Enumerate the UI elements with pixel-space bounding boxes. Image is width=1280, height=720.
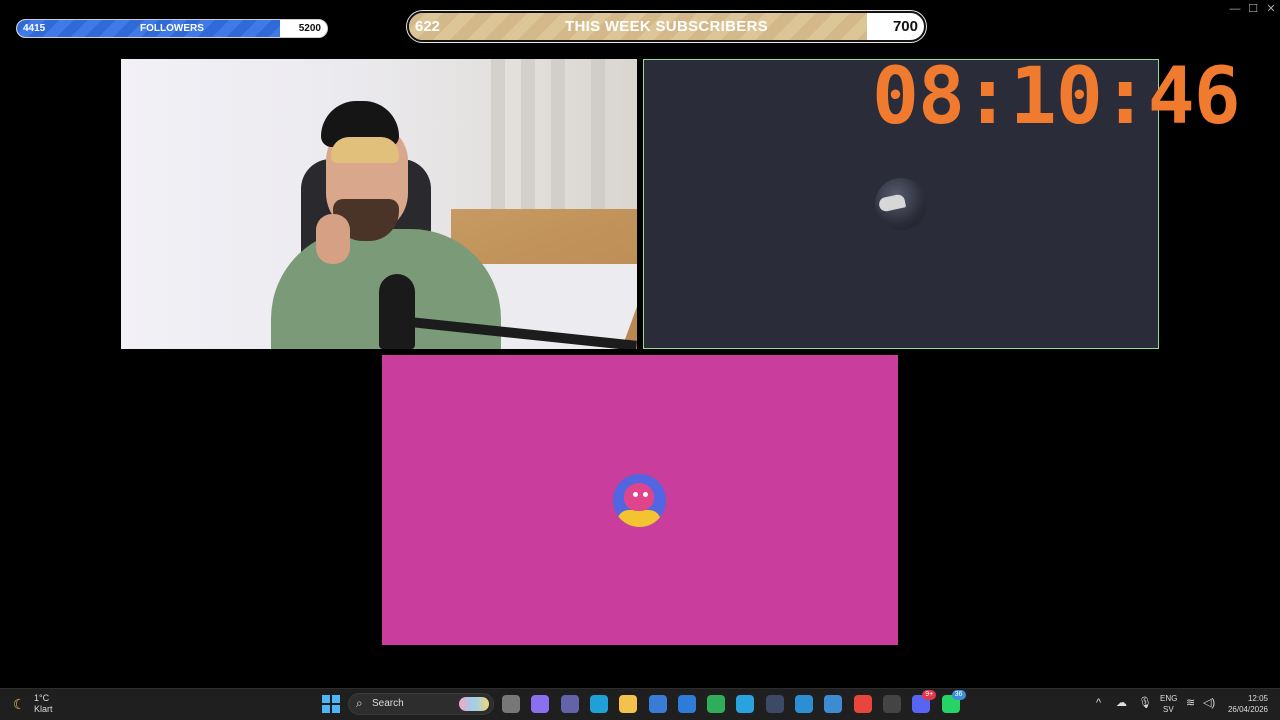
- webcam-feed: [121, 59, 637, 349]
- remote-desktop-icon[interactable]: [824, 695, 843, 713]
- weather-temperature[interactable]: 1°C: [34, 693, 49, 703]
- subscribers-label: THIS WEEK SUBSCRIBERS: [565, 18, 768, 35]
- wifi-icon[interactable]: ≋: [1186, 696, 1195, 709]
- windows-logo-tile: [322, 695, 330, 703]
- photos-icon[interactable]: [795, 695, 813, 713]
- close-button[interactable]: ✕: [1262, 2, 1280, 16]
- stream-timer: 08:10:46: [872, 52, 1241, 142]
- weather-condition[interactable]: Klart: [34, 704, 53, 714]
- input-language-primary[interactable]: ENG: [1160, 694, 1177, 703]
- streamer-hand: [316, 214, 350, 264]
- copilot-icon[interactable]: [531, 695, 550, 713]
- volume-icon[interactable]: ◁): [1203, 696, 1215, 709]
- notification-badge: 9+: [922, 690, 937, 700]
- onedrive-icon[interactable]: ☁: [1116, 696, 1127, 709]
- guest-avatar: [613, 474, 666, 527]
- chrome-icon[interactable]: [853, 695, 872, 713]
- microphone: [379, 274, 415, 349]
- moon-icon[interactable]: ☾: [13, 696, 29, 712]
- discord-icon[interactable]: 9+: [912, 690, 937, 713]
- taskbar-clock-date[interactable]: 26/04/2026: [1222, 705, 1268, 714]
- maximize-button[interactable]: ☐: [1244, 2, 1262, 16]
- taskbar: [0, 688, 1280, 720]
- start-button[interactable]: [322, 695, 340, 713]
- search-icon: ⌕: [356, 696, 363, 710]
- windows-logo-tile: [332, 695, 340, 703]
- whatsapp-icon[interactable]: 36: [941, 690, 966, 713]
- folder-icon[interactable]: [619, 695, 638, 713]
- taskbar-search-box[interactable]: ⌕ Search: [348, 693, 494, 715]
- avatar-face: [624, 483, 654, 511]
- terminal-icon[interactable]: [765, 695, 784, 713]
- windows-logo-tile: [322, 705, 330, 713]
- streamer-hair: [331, 137, 399, 163]
- notification-badge: 36: [951, 690, 966, 700]
- search-highlight-art: [459, 697, 489, 711]
- edge-icon[interactable]: [589, 695, 608, 713]
- mail-icon[interactable]: [677, 695, 696, 713]
- subscribers-goal-bar: 622 THIS WEEK SUBSCRIBERS 700: [407, 11, 926, 42]
- vpn-icon[interactable]: [707, 695, 726, 713]
- windows-logo-tile: [332, 705, 340, 713]
- teams-icon[interactable]: [560, 695, 579, 713]
- microsoft365-icon[interactable]: [736, 695, 755, 713]
- avatar-shirt: [617, 510, 661, 527]
- file-explorer-icon[interactable]: [502, 695, 520, 713]
- avatar-eye: [633, 492, 638, 497]
- subscribers-goal: 700: [892, 18, 918, 35]
- followers-goal: 5200: [298, 23, 321, 34]
- minimize-button[interactable]: —: [1226, 2, 1244, 16]
- store-icon[interactable]: [648, 695, 667, 713]
- tray-overflow-chevron-icon[interactable]: ^: [1096, 697, 1101, 709]
- microphone-icon[interactable]: 🎙: [1138, 696, 1152, 709]
- followers-goal-bar: 4415 FOLLOWERS 5200: [16, 19, 328, 38]
- obs-icon[interactable]: [882, 695, 901, 713]
- avatar-eye: [643, 492, 648, 497]
- search-label: Search: [372, 698, 404, 709]
- input-language-secondary[interactable]: SV: [1163, 705, 1174, 714]
- taskbar-clock-time[interactable]: 12:05: [1238, 694, 1268, 703]
- followers-label: FOLLOWERS: [140, 23, 204, 34]
